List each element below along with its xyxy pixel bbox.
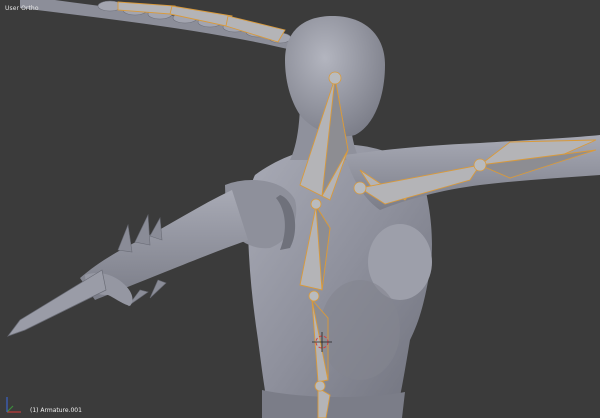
3d-viewport[interactable]: User Ortho (1) Armature.001 — [0, 0, 600, 418]
selected-object-status: (1) Armature.001 — [30, 407, 82, 414]
axis-gizmo[interactable] — [3, 394, 25, 416]
scene-canvas[interactable] — [0, 0, 600, 418]
blade-mesh — [7, 269, 107, 337]
viewport-title: User Ortho — [5, 5, 39, 12]
